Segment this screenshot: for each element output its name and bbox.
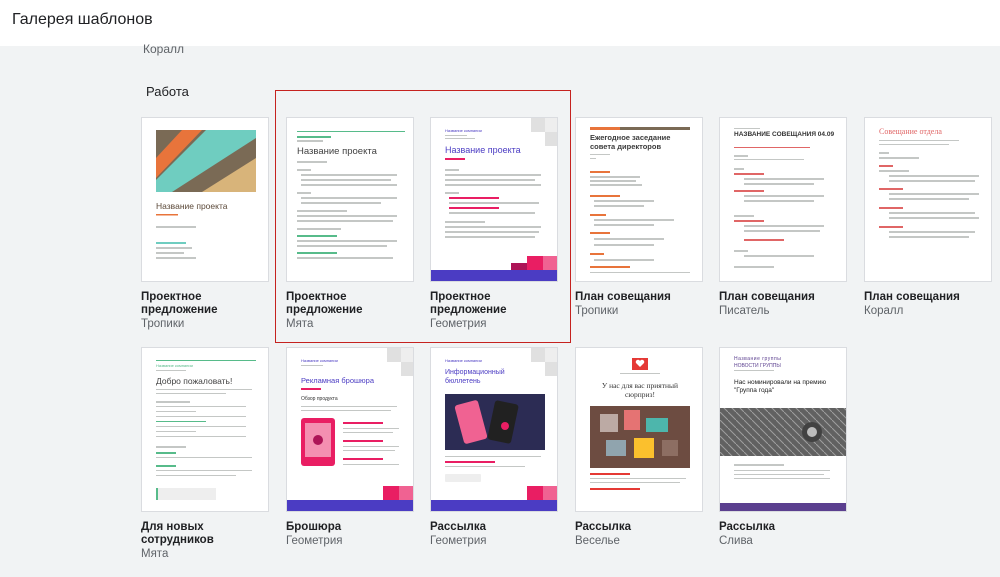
template-preview: Название группы НОВОСТИ ГРУППЫ Нас номин… bbox=[719, 347, 847, 512]
template-card-meeting-coral[interactable]: Совещание отдела План совещания Коралл bbox=[864, 117, 992, 318]
tropics-pattern bbox=[156, 130, 256, 259]
preview-title: Информационный бюллетень bbox=[445, 369, 505, 385]
preview-title: Совещание отдела bbox=[879, 127, 942, 136]
template-card-brochure-geometry[interactable]: Название компании Рекламная брошюра Обзо… bbox=[286, 347, 414, 548]
template-name: План совещания bbox=[864, 291, 960, 303]
template-theme: Веселье bbox=[575, 535, 620, 547]
preview-company: Название компании bbox=[445, 358, 482, 363]
plum-pattern bbox=[720, 408, 846, 511]
preview-company: Название группы bbox=[734, 356, 782, 362]
template-name: Брошюра bbox=[286, 521, 342, 533]
preview-title: Добро пожаловать! bbox=[156, 376, 233, 386]
template-name: Проектное предложение bbox=[141, 291, 218, 316]
previous-section-subtitle: Коралл bbox=[143, 42, 185, 56]
template-theme: Слива bbox=[719, 535, 753, 547]
template-preview: Название компании Добро пожаловать! bbox=[141, 347, 269, 512]
template-preview: НАЗВАНИЕ СОВЕЩАНИЯ 04.09 bbox=[719, 117, 847, 282]
preview-title: Нас номинировали на премию "Группа года" bbox=[734, 379, 827, 394]
preview-subtitle: НОВОСТИ ГРУППЫ bbox=[734, 363, 781, 369]
template-card-newsletter-fun[interactable]: У нас для вас приятный сюрприз! Рассылка… bbox=[575, 347, 703, 548]
template-card-newsletter-plum[interactable]: Название группы НОВОСТИ ГРУППЫ Нас номин… bbox=[719, 347, 847, 548]
preview-title: Рекламная брошюра bbox=[301, 376, 374, 385]
template-card-project-tropics[interactable]: Название проекта Проектное предложение Т… bbox=[141, 117, 269, 331]
template-theme: Мята bbox=[141, 548, 169, 560]
template-name: Рассылка bbox=[430, 521, 486, 533]
template-preview: Ежегодное заседание совета директоров bbox=[575, 117, 703, 282]
template-theme: Геометрия bbox=[430, 535, 487, 547]
template-name: Рассылка bbox=[719, 521, 775, 533]
template-preview: У нас для вас приятный сюрприз! bbox=[575, 347, 703, 512]
template-card-onboarding-mint[interactable]: Название компании Добро пожаловать! Для … bbox=[141, 347, 269, 561]
template-name: План совещания bbox=[719, 291, 815, 303]
geometry-pattern bbox=[287, 348, 413, 511]
template-preview: Совещание отдела bbox=[864, 117, 992, 282]
template-card-meeting-writer[interactable]: НАЗВАНИЕ СОВЕЩАНИЯ 04.09 План совещания … bbox=[719, 117, 847, 318]
template-card-meeting-tropics[interactable]: Ежегодное заседание совета директоров Пл… bbox=[575, 117, 703, 318]
template-name: Рассылка bbox=[575, 521, 631, 533]
template-preview: Название проекта bbox=[141, 117, 269, 282]
template-name: Для новых сотрудников bbox=[141, 521, 214, 546]
template-theme: Писатель bbox=[719, 305, 770, 317]
template-card-newsletter-geometry[interactable]: Название компании Информационный бюллете… bbox=[430, 347, 558, 548]
preview-company: Название компании bbox=[301, 358, 338, 363]
preview-title: У нас для вас приятный сюрприз! bbox=[601, 381, 679, 399]
preview-heading: Обзор продукта bbox=[301, 396, 338, 402]
preview-title: Ежегодное заседание совета директоров bbox=[590, 133, 671, 151]
selected-template-highlight bbox=[275, 90, 571, 343]
section-title-work: Работа bbox=[146, 84, 189, 99]
preview-company: Название компании bbox=[156, 363, 193, 368]
template-theme: Геометрия bbox=[286, 535, 343, 547]
preview-title: Название проекта bbox=[156, 201, 228, 211]
template-name: План совещания bbox=[575, 291, 671, 303]
header-bar: Галерея шаблонов bbox=[0, 0, 1000, 46]
template-theme: Коралл bbox=[864, 305, 904, 317]
page-title: Галерея шаблонов bbox=[12, 11, 153, 28]
template-theme: Тропики bbox=[141, 318, 185, 330]
template-preview: Название компании Рекламная брошюра Обзо… bbox=[286, 347, 414, 512]
preview-title: НАЗВАНИЕ СОВЕЩАНИЯ 04.09 bbox=[734, 131, 835, 138]
template-theme: Тропики bbox=[575, 305, 619, 317]
template-preview: Название компании Информационный бюллете… bbox=[430, 347, 558, 512]
